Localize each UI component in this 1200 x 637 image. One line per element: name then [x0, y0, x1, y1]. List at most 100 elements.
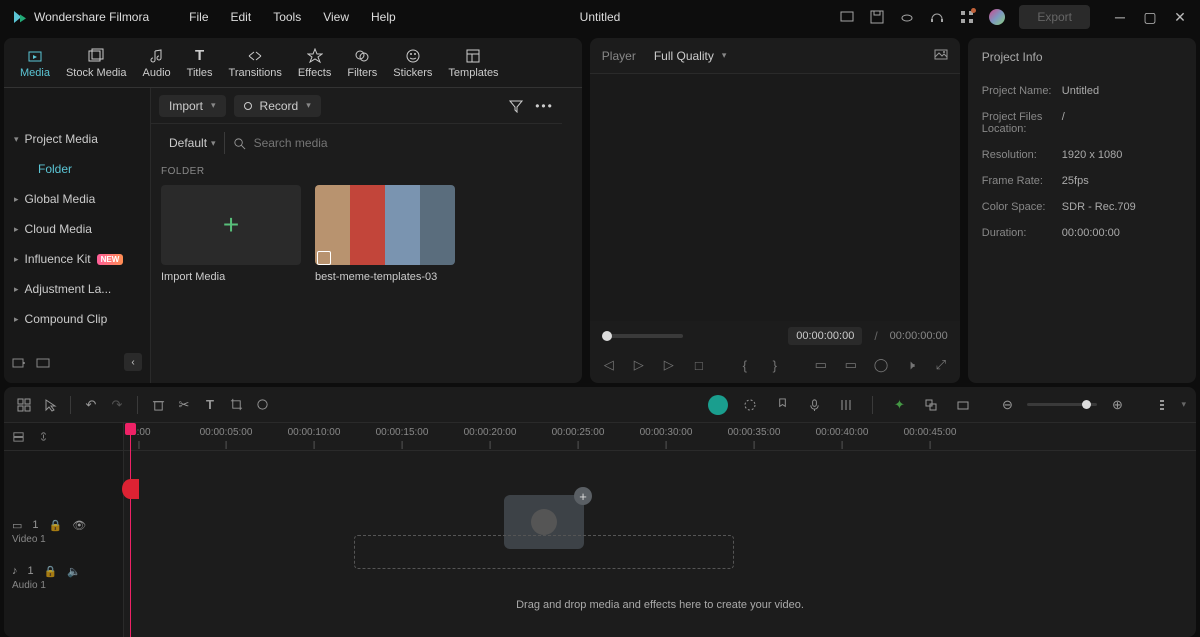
tab-transitions[interactable]: Transitions — [221, 43, 290, 83]
new-badge: NEW — [97, 254, 124, 265]
sidebar-item-compound-clip[interactable]: ▸Compound Clip — [4, 304, 150, 334]
snapshot-icon[interactable] — [934, 47, 948, 61]
sidebar-item-adjustment-layer[interactable]: ▸Adjustment La... — [4, 274, 150, 304]
voiceover-icon[interactable] — [804, 395, 824, 415]
minimize-button[interactable]: ─ — [1112, 9, 1128, 26]
timeline-canvas[interactable]: 00:00 00:00:05:00 00:00:10:00 00:00:15:0… — [124, 423, 1196, 637]
library-panel: Media Stock Media Audio TTitles Transiti… — [4, 38, 582, 383]
screen-icon[interactable] — [839, 9, 855, 25]
lock-icon[interactable]: 🔒 — [44, 565, 58, 578]
avatar-icon[interactable] — [989, 9, 1005, 25]
sort-dropdown[interactable]: Default▾ — [161, 132, 225, 154]
layers-icon[interactable] — [12, 430, 25, 443]
sidebar-item-cloud-media[interactable]: ▸Cloud Media — [4, 214, 150, 244]
tab-templates[interactable]: Templates — [440, 43, 506, 83]
preview-slider[interactable] — [602, 334, 683, 338]
tracks-icon[interactable] — [14, 395, 34, 415]
collapse-sidebar-button[interactable]: ‹ — [124, 353, 142, 371]
ai-smart-icon[interactable] — [708, 395, 728, 415]
mark-in-button[interactable]: { — [738, 358, 752, 373]
menu-edit[interactable]: Edit — [231, 10, 252, 24]
zoom-slider[interactable] — [1027, 403, 1097, 406]
chevron-right-icon: ▸ — [14, 254, 19, 265]
folder-icon[interactable] — [36, 355, 50, 369]
play-back-button[interactable]: ▷ — [632, 357, 646, 373]
playhead[interactable] — [130, 423, 131, 637]
apps-icon[interactable] — [959, 9, 975, 25]
link-icon[interactable] — [921, 395, 941, 415]
save-icon[interactable] — [869, 9, 885, 25]
media-item[interactable]: best-meme-templates-03 — [315, 185, 455, 283]
timeline-toolbar: ↶ ↷ ✂ T ✦ ⊖ ⊕ ▾ — [4, 387, 1196, 423]
tab-filters[interactable]: Filters — [339, 43, 385, 83]
split-button[interactable]: ✂ — [174, 395, 194, 415]
cloud-icon[interactable] — [899, 9, 915, 25]
keyframe-icon[interactable] — [953, 395, 973, 415]
fullscreen-button[interactable]: ⤢ — [934, 357, 948, 373]
zoom-out-button[interactable]: ⊖ — [997, 395, 1017, 415]
close-button[interactable]: ✕ — [1172, 9, 1188, 26]
ratio-button[interactable]: ▭ — [814, 357, 828, 373]
text-button[interactable]: T — [200, 395, 220, 415]
menu-tools[interactable]: Tools — [273, 10, 301, 24]
mute-icon[interactable]: 🔈 — [67, 565, 81, 578]
crop-button[interactable] — [226, 395, 246, 415]
zoom-in-button[interactable]: ⊕ — [1107, 395, 1127, 415]
drop-hint: Drag and drop media and effects here to … — [124, 599, 1196, 611]
color-button[interactable] — [252, 395, 272, 415]
undo-button[interactable]: ↶ — [81, 395, 101, 415]
audio-track-header[interactable]: ♪1🔒🔈 Audio 1 — [4, 555, 123, 601]
speed-icon[interactable] — [740, 395, 760, 415]
magnetic-icon[interactable]: ✦ — [889, 395, 909, 415]
cursor-icon[interactable] — [40, 395, 60, 415]
mute-icon[interactable]: 🕨 — [904, 357, 918, 373]
sidebar-item-influence-kit[interactable]: ▸Influence KitNEW — [4, 244, 150, 274]
headphones-icon[interactable] — [929, 9, 945, 25]
stop-button[interactable]: □ — [692, 358, 706, 373]
sidebar-item-project-media[interactable]: ▾Project Media — [4, 124, 150, 154]
folder-add-icon[interactable] — [12, 355, 26, 369]
search-input[interactable] — [225, 132, 572, 154]
menu-file[interactable]: File — [189, 10, 208, 24]
import-dropdown[interactable]: Import▾ — [159, 95, 226, 117]
tab-media[interactable]: Media — [12, 43, 58, 83]
mixer-icon[interactable] — [836, 395, 856, 415]
record-dropdown[interactable]: Record▾ — [234, 95, 321, 117]
video-track-header[interactable]: ▭1🔒👁 Video 1 — [4, 509, 123, 555]
filters-icon — [353, 47, 371, 65]
sidebar-item-global-media[interactable]: ▸Global Media — [4, 184, 150, 214]
maximize-button[interactable]: ▢ — [1142, 9, 1158, 26]
marker-icon[interactable] — [772, 395, 792, 415]
lock-icon[interactable]: 🔒 — [49, 519, 63, 532]
app-logo: Wondershare Filmora — [12, 9, 149, 25]
preview-viewport[interactable] — [590, 74, 960, 321]
play-button[interactable]: ▷ — [662, 357, 676, 373]
tab-titles[interactable]: TTitles — [179, 43, 221, 83]
tab-stock-media[interactable]: Stock Media — [58, 43, 135, 83]
tab-audio[interactable]: Audio — [135, 43, 179, 83]
mark-out-button[interactable]: } — [768, 358, 782, 373]
tab-stickers[interactable]: Stickers — [385, 43, 440, 83]
import-media-card[interactable]: + Import Media — [161, 185, 301, 283]
sidebar-item-folder[interactable]: Folder — [4, 154, 150, 184]
more-icon[interactable]: ••• — [535, 99, 554, 113]
redo-button[interactable]: ↷ — [107, 395, 127, 415]
menu-view[interactable]: View — [323, 10, 349, 24]
timeline-dropzone[interactable] — [354, 535, 734, 569]
delete-button[interactable] — [148, 395, 168, 415]
view-mode-dropdown[interactable]: ▾ — [1159, 398, 1186, 412]
filter-icon[interactable] — [509, 99, 523, 113]
link-tracks-icon[interactable] — [37, 430, 50, 443]
prev-frame-button[interactable]: ◁ — [602, 357, 616, 373]
menu-help[interactable]: Help — [371, 10, 396, 24]
camera-icon[interactable]: ◯ — [874, 357, 888, 373]
quality-dropdown[interactable]: Full Quality▾ — [654, 49, 727, 63]
chevron-down-icon: ▾ — [1181, 399, 1186, 410]
audio-icon — [148, 47, 166, 65]
eye-icon[interactable]: 👁 — [72, 519, 86, 532]
tab-effects[interactable]: Effects — [290, 43, 339, 83]
library-sidebar: ▾Project Media Folder ▸Global Media ▸Clo… — [4, 88, 151, 383]
app-name: Wondershare Filmora — [34, 10, 149, 24]
display-button[interactable]: ▭ — [844, 357, 858, 373]
timeline-ruler[interactable]: 00:00 00:00:05:00 00:00:10:00 00:00:15:0… — [124, 423, 1196, 451]
